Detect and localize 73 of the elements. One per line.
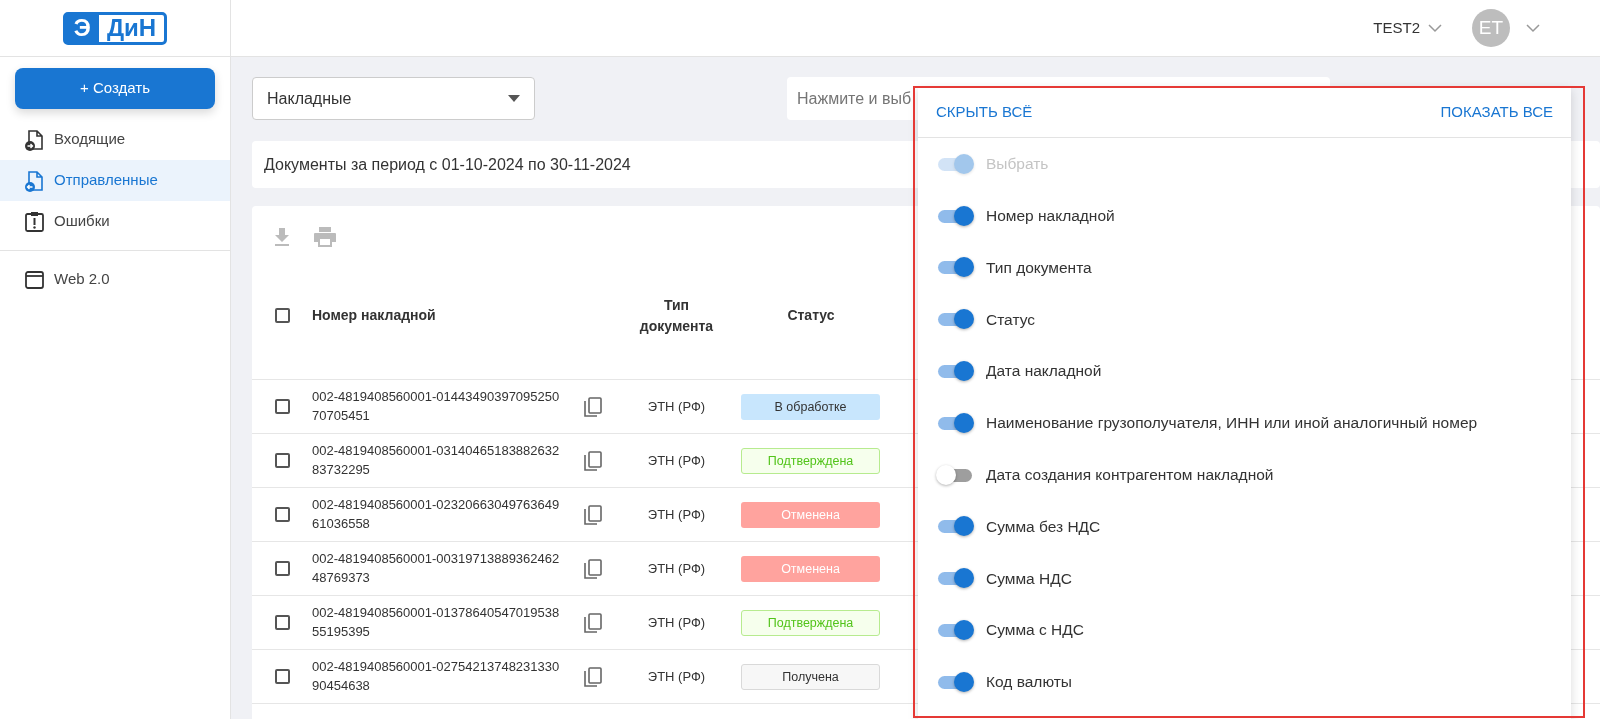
toggle-label: Статус [986,309,1035,330]
logo: Э ДиН [62,11,168,45]
toggle-label: Тип документа [986,257,1092,278]
show-all-link[interactable]: ПОКАЗАТЬ ВСЕ [1440,101,1553,124]
table-cell: 002-4819408560001-02320663049763649 61036558 [312,497,560,531]
column-header: Тип документа [639,296,714,334]
create-button[interactable]: + Создать [15,68,215,109]
sidebar-item[interactable]: Входящие [0,119,230,160]
checkbox[interactable] [274,399,290,414]
toggle-switch[interactable] [936,620,974,641]
status-badge: Подтверждена [741,609,880,636]
copy-icon[interactable] [584,396,602,417]
toggle-switch[interactable] [936,412,974,433]
table-cell: ЭТН (РФ) [647,668,706,684]
toggle-switch[interactable] [936,309,974,330]
table-cell: ЭТН (РФ) [647,560,706,576]
toggle-label: Сумма с НДС [986,620,1084,641]
table-cell: 002-4819408560001-02754213748231330 90454638 [312,659,560,693]
toggle-switch[interactable] [936,568,974,589]
table-cell: 002-4819408560001-03140465183882632 83732295 [312,443,560,477]
copy-icon[interactable] [584,558,602,579]
account-dropdown[interactable]: TEST2 [1373,16,1442,40]
copy-icon[interactable] [584,504,602,525]
checkbox[interactable] [274,453,290,468]
toggle-label: Выбрать [986,154,1049,175]
checkbox[interactable] [274,308,290,323]
status-badge: Получена [741,663,880,690]
checkbox[interactable] [274,615,290,630]
checkbox[interactable] [274,669,290,684]
caret-icon [508,95,520,102]
document-arrow-icon [24,169,46,192]
toggle-switch[interactable] [936,257,974,278]
chevron-down-icon [1428,23,1442,33]
column-header: Статус [787,307,835,323]
status-badge: Отменена [741,555,880,582]
checkbox[interactable] [274,561,290,576]
period-text: Документы за период с 01-10-2024 по 30-11-2024 [264,154,631,175]
toggle-switch[interactable] [936,516,974,537]
toggle-label: Сумма НДС [986,568,1072,589]
sidebar-item[interactable]: Web 2.0 [0,259,230,300]
toggle-label: Дата создания контрагентом накладной [986,465,1274,486]
table-cell: 002-4819408560001-01378640547019538 55195395 [312,605,560,639]
toggle-switch[interactable] [936,205,974,226]
table-cell: ЭТН (РФ) [647,398,706,414]
table-cell: 002-4819408560001-00319713889362462 48769373 [312,551,560,585]
table-cell: ЭТН (РФ) [647,614,706,630]
status-badge: Отменена [741,501,880,528]
table-cell: ЭТН (РФ) [647,452,706,468]
toggle-label: Дата накладной [986,361,1102,382]
copy-icon[interactable] [584,612,602,633]
sidebar-item[interactable]: Ошибки [0,201,230,242]
warning-clipboard-icon [24,210,46,233]
toggle-switch[interactable] [936,464,974,485]
status-badge: Подтверждена [741,447,880,474]
sidebar-item[interactable]: Отправленные [0,160,230,201]
toggle-switch[interactable] [936,671,974,692]
toggle-label: Наименование грузополучателя, ИНН или иной аналогичный номер [986,413,1478,434]
copy-icon[interactable] [584,450,602,471]
toggle-label: Код валюты [986,672,1072,693]
toggle-switch[interactable] [936,361,974,382]
table-cell: 002-4819408560001-01443490397095250 70705451 [312,389,560,423]
toggle-label: Номер накладной [986,206,1115,227]
document-arrow-icon [24,128,46,151]
status-badge: В обработке [741,393,880,420]
table-cell: ЭТН (РФ) [647,506,706,522]
checkbox[interactable] [274,507,290,522]
column-header: Номер накладной [312,306,436,323]
chevron-down-icon[interactable] [1526,23,1540,33]
copy-icon[interactable] [584,666,602,687]
browser-window-icon [24,268,46,291]
hide-all-link[interactable]: СКРЫТЬ ВСЁ [936,101,1033,124]
toggle-label: Сумма без НДС [986,516,1101,537]
document-type-select[interactable]: Накладные [252,77,535,120]
